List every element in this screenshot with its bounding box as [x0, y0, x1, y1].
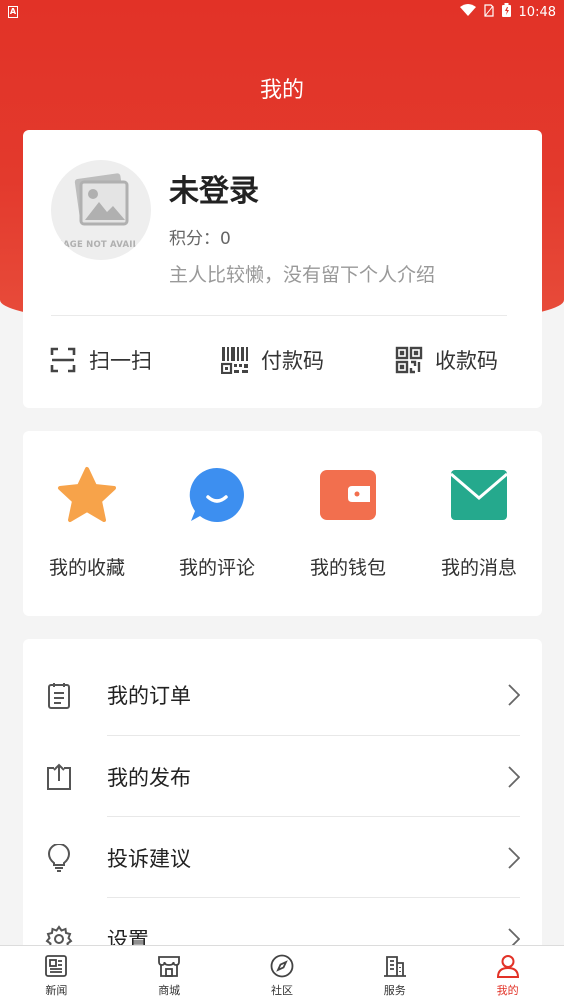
points-label: 积分：	[169, 229, 220, 249]
favorites-button[interactable]: 我的收藏	[32, 465, 142, 580]
news-icon	[43, 953, 69, 979]
comments-label: 我的评论	[178, 557, 255, 579]
user-name[interactable]: 未登录	[169, 166, 259, 210]
nav-label-news: 新闻	[45, 984, 68, 997]
user-bio: 主人比较懒，没有留下个人介绍	[169, 264, 436, 286]
wallet-label: 我的钱包	[309, 557, 386, 579]
menu-card: 我的订单 我的发布 投诉建议 设置	[23, 639, 542, 959]
no-sim-icon	[483, 3, 494, 21]
favorites-label: 我的收藏	[48, 557, 125, 579]
nav-item-community[interactable]: 社区	[226, 946, 339, 1002]
status-bar: A 10:48	[0, 0, 564, 24]
divider	[51, 315, 507, 316]
scan-icon	[49, 346, 77, 374]
nav-item-store[interactable]: 商城	[113, 946, 226, 1002]
nav-item-mine[interactable]: 我的	[451, 946, 564, 1002]
points: 积分：0	[169, 224, 231, 249]
nav-item-news[interactable]: 新闻	[0, 946, 113, 1002]
features-card: 我的收藏 我的评论 我的钱包 我的消息	[23, 431, 542, 616]
battery-icon	[501, 3, 511, 21]
chevron-right-icon	[506, 765, 522, 789]
comments-button[interactable]: 我的评论	[162, 465, 272, 580]
payment-code-button[interactable]: 付款码	[221, 343, 324, 377]
upload-icon	[45, 763, 73, 791]
barcode-icon	[221, 346, 249, 374]
payment-code-label: 付款码	[261, 349, 324, 373]
clipboard-icon	[45, 681, 73, 709]
feedback-label: 投诉建议	[107, 846, 191, 871]
menu-item-orders[interactable]: 我的订单	[23, 654, 542, 735]
profile-card: IMAGE NOT AVAILABLE 未登录 积分：0 主人比较懒，没有留下个…	[23, 130, 542, 408]
comment-icon	[187, 465, 247, 525]
scan-label: 扫一扫	[89, 349, 152, 373]
compass-icon	[269, 953, 295, 979]
menu-item-feedback[interactable]: 投诉建议	[23, 817, 542, 898]
nav-label-mine: 我的	[496, 984, 519, 997]
messages-button[interactable]: 我的消息	[424, 465, 534, 580]
lightbulb-icon	[45, 843, 73, 872]
receive-code-button[interactable]: 收款码	[395, 343, 498, 377]
messages-label: 我的消息	[440, 557, 517, 579]
menu-item-posts[interactable]: 我的发布	[23, 736, 542, 817]
mail-icon	[449, 465, 509, 525]
scan-button[interactable]: 扫一扫	[49, 343, 152, 377]
avatar[interactable]: IMAGE NOT AVAILABLE	[51, 160, 151, 260]
points-value: 0	[220, 229, 231, 249]
wallet-icon	[318, 465, 378, 525]
nav-label-store: 商城	[158, 984, 181, 997]
nav-label-community: 社区	[270, 984, 293, 997]
wallet-button[interactable]: 我的钱包	[293, 465, 403, 580]
chevron-right-icon	[506, 846, 522, 870]
notification-icon: A	[8, 6, 18, 18]
page-title: 我的	[259, 78, 304, 103]
clock-time: 10:48	[518, 4, 556, 20]
avatar-placeholder-text: IMAGE NOT AVAILABLE	[51, 240, 151, 250]
nav-item-services[interactable]: 服务	[338, 946, 451, 1002]
qrcode-icon	[395, 346, 423, 374]
orders-label: 我的订单	[107, 683, 191, 708]
building-icon	[382, 953, 408, 979]
nav-label-services: 服务	[383, 984, 406, 997]
receive-code-label: 收款码	[435, 349, 498, 373]
star-icon	[57, 465, 117, 525]
posts-label: 我的发布	[107, 765, 191, 790]
chevron-right-icon	[506, 683, 522, 707]
wifi-icon	[459, 4, 476, 20]
bottom-navigation: 新闻 商城 社区 服务 我的	[0, 945, 564, 1002]
user-icon	[495, 953, 521, 979]
store-icon	[156, 953, 182, 979]
